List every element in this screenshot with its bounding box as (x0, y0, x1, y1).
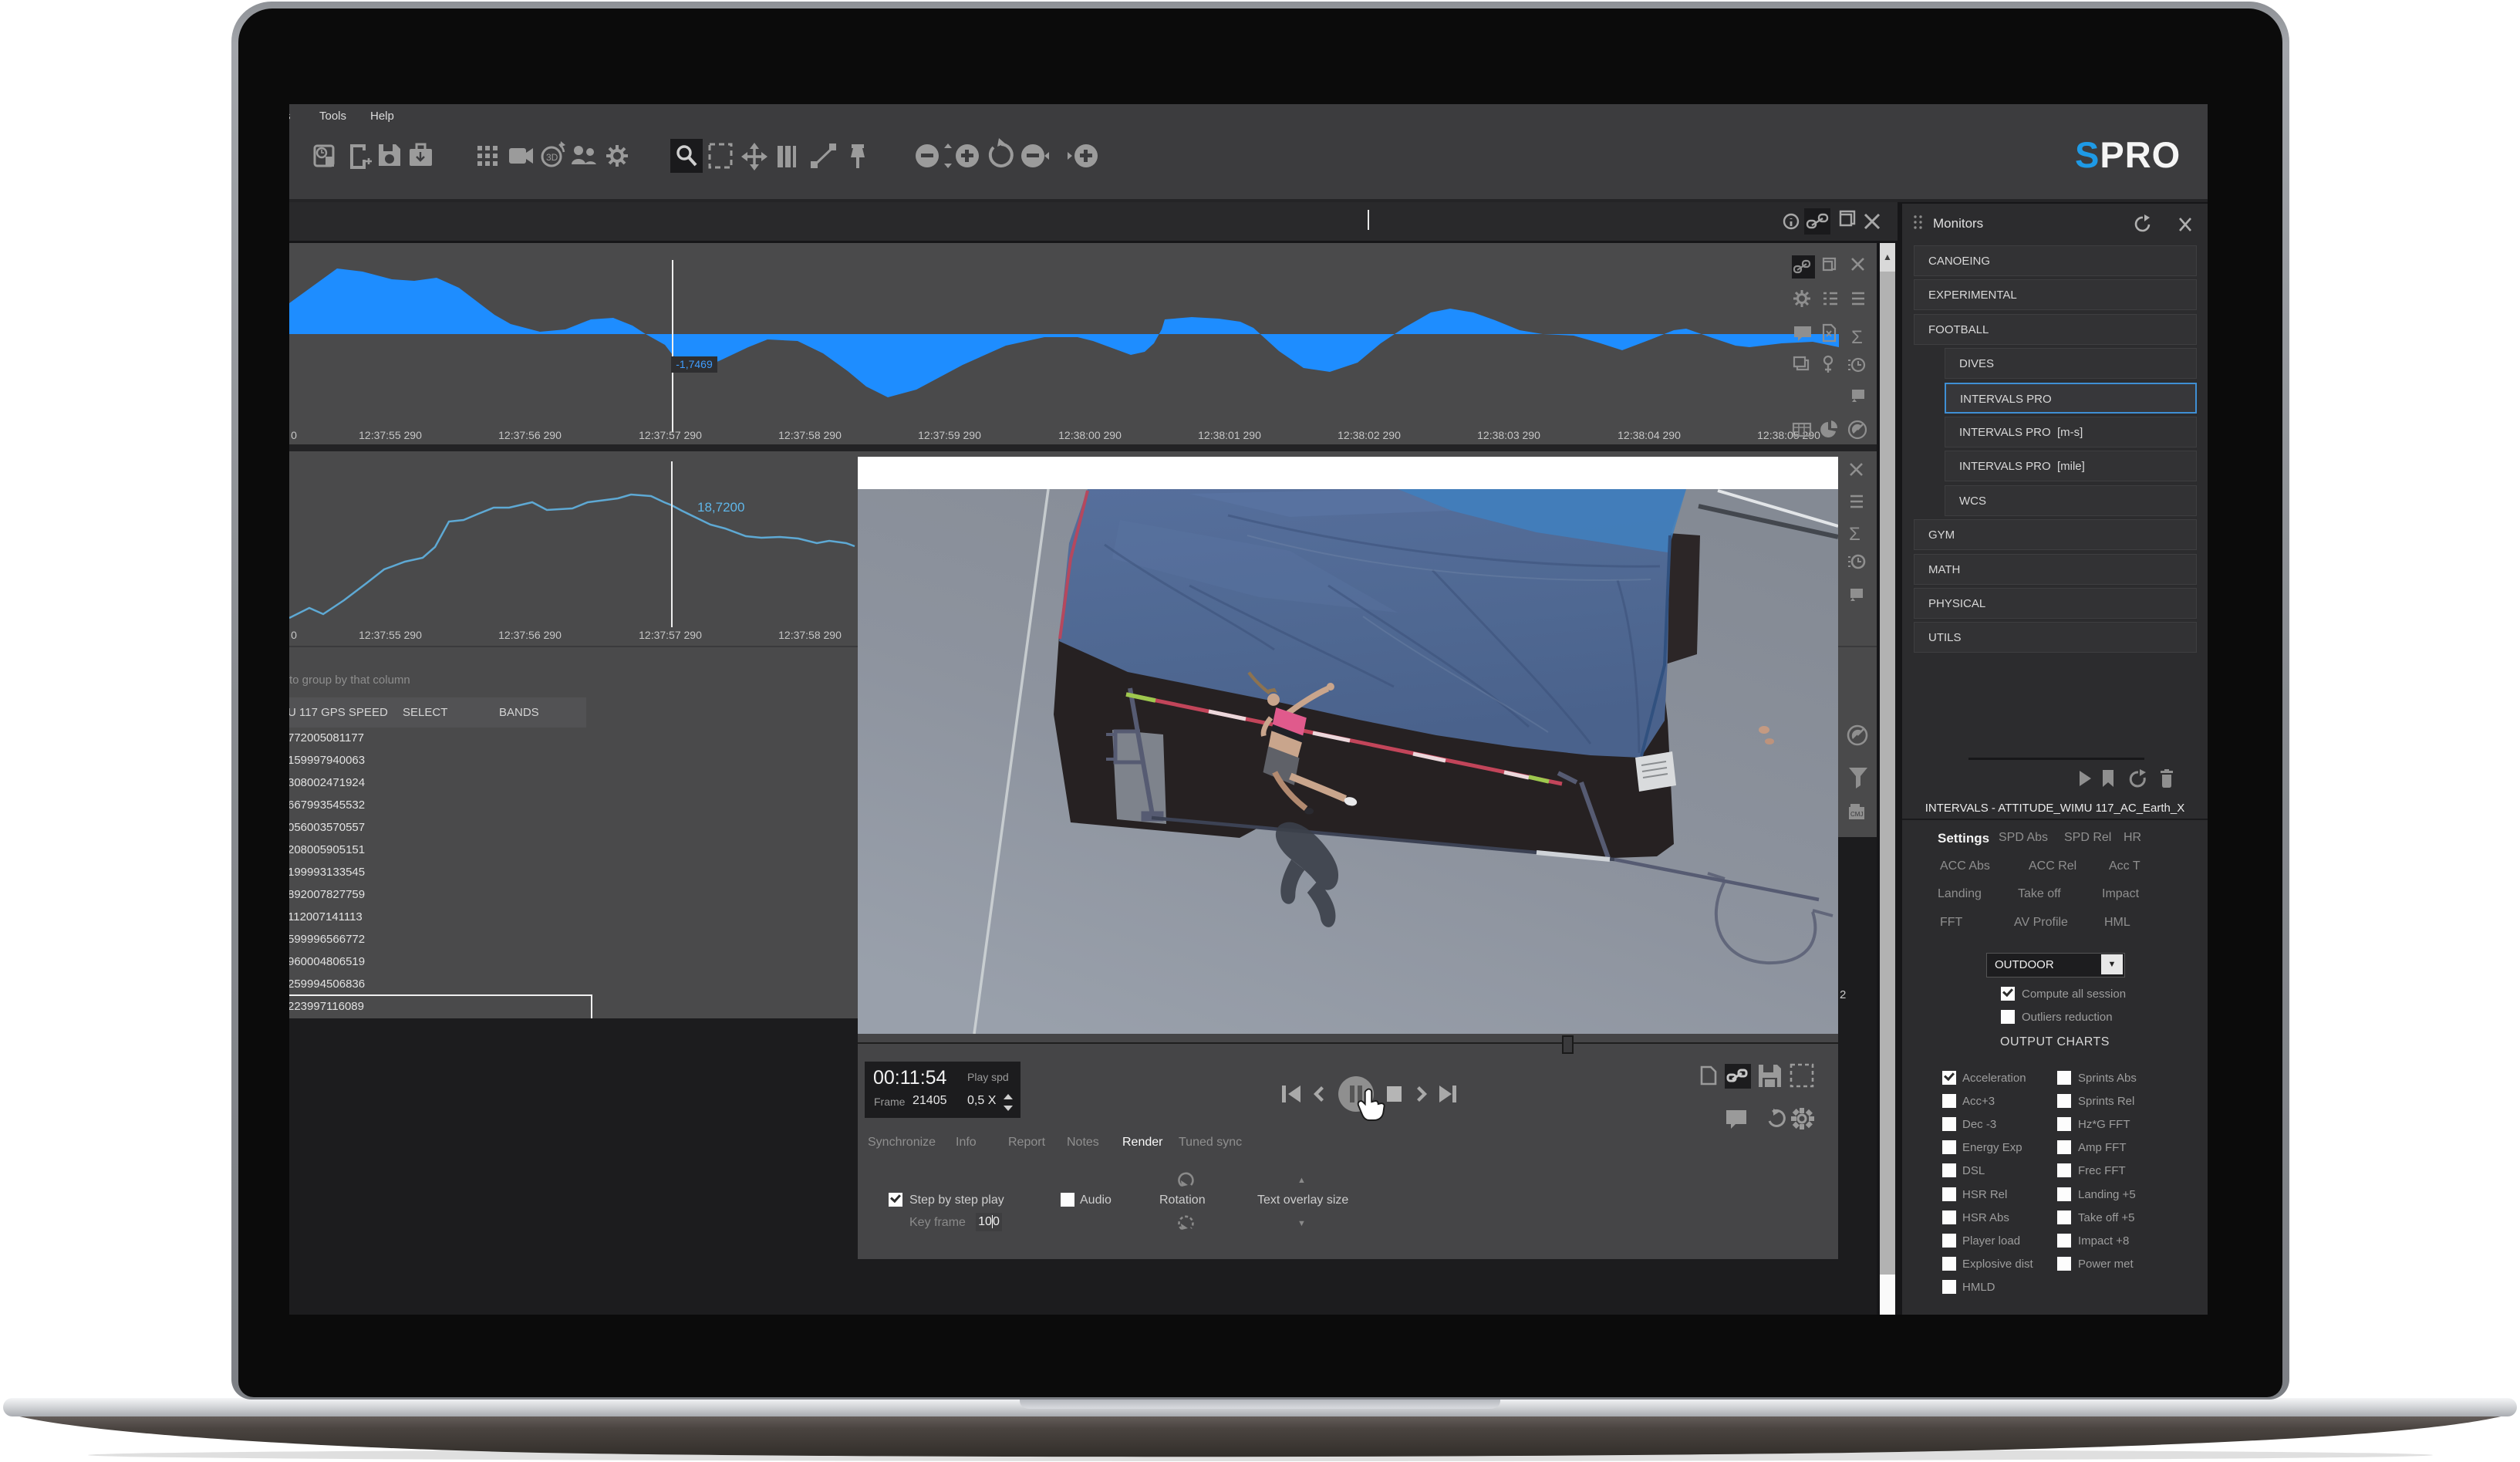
svg-text:3D: 3D (546, 152, 558, 163)
svg-text:Σ: Σ (1849, 524, 1860, 545)
svg-text:CMJ: CMJ (1850, 811, 1863, 818)
svg-text:Σ: Σ (1851, 327, 1863, 348)
